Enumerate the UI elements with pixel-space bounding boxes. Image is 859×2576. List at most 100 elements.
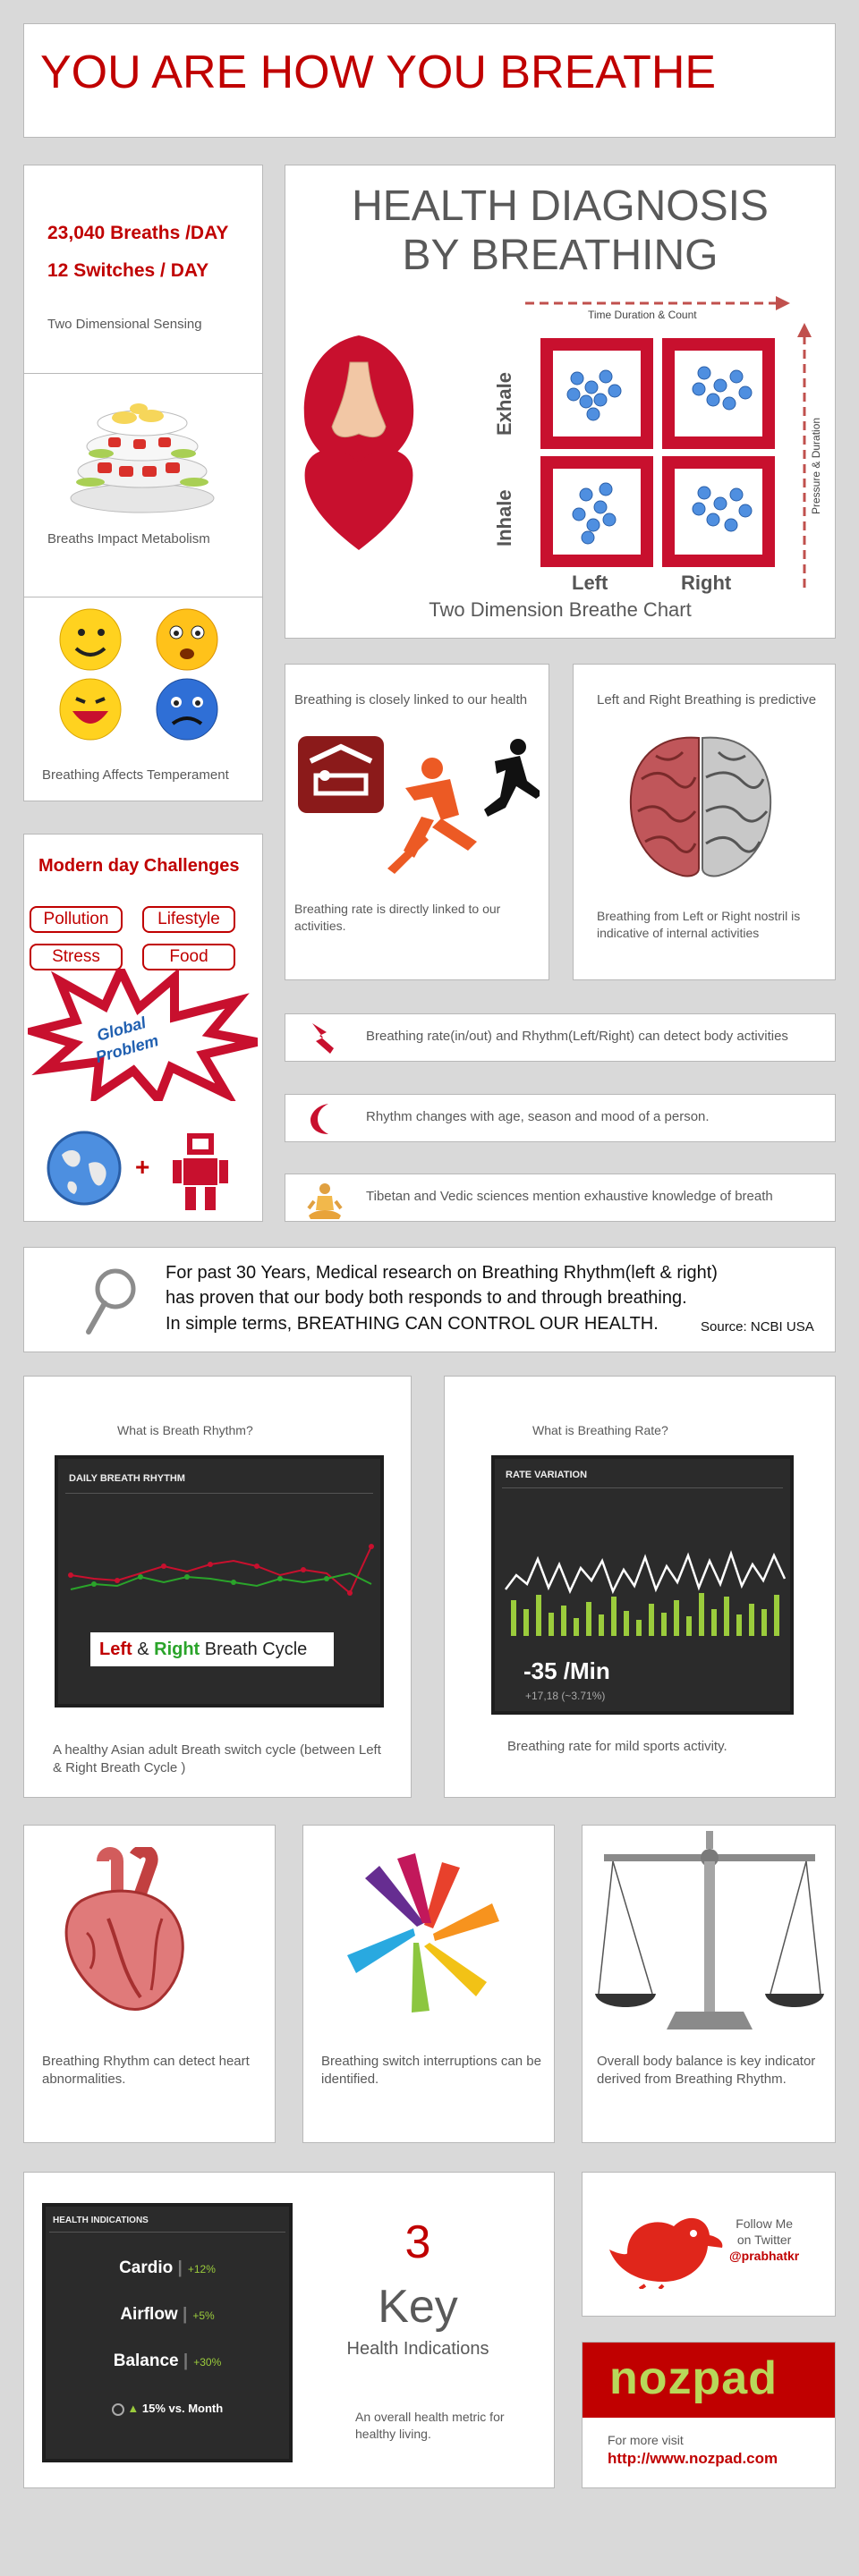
arrow-spiral-image	[347, 1853, 499, 2012]
predictive-heading: Left and Right Breathing is predictive	[597, 692, 817, 708]
diagnosis-title: HEALTH DIAGNOSIS BY BREATHING	[285, 182, 835, 280]
fact-stripe: Breathing rate(in/out) and Rhythm(Left/R…	[285, 1013, 836, 1062]
indications-panel-title: HEALTH INDICATIONS	[53, 2216, 149, 2225]
diagnosis-title-line2: BY BREATHING	[402, 232, 719, 280]
month-comparison: ▲ 15% vs. Month	[46, 2402, 289, 2416]
tag-lifestyle: Lifestyle	[142, 906, 235, 933]
heart-card: Breathing Rhythm can detect heart abnorm…	[23, 1825, 276, 2143]
person-icon	[173, 1133, 228, 1210]
right-label: Right	[681, 572, 732, 594]
chart-caption: Two Dimension Breathe Chart	[429, 598, 692, 621]
challenges-heading: Modern day Challenges	[38, 856, 240, 876]
balance-caption: Overall body balance is key indicator de…	[597, 2054, 816, 2088]
fact-text: Breathing rate(in/out) and Rhythm(Left/R…	[366, 1029, 788, 1044]
breathe-quadrant-chart	[540, 338, 775, 567]
legend-left: Left	[99, 1640, 132, 1659]
rhythm-question: What is Breath Rhythm?	[117, 1423, 253, 1437]
globe-icon	[47, 1131, 122, 1206]
brand-url-link[interactable]: http://www.nozpad.com	[608, 2450, 778, 2468]
inhale-label: Inhale	[493, 489, 515, 547]
research-source: Source: NCBI USA	[701, 1319, 814, 1335]
indication-row: Balance | +30%	[113, 2351, 222, 2370]
panel-divider	[49, 2232, 285, 2233]
sensing-label: Two Dimensional Sensing	[47, 317, 202, 332]
rate-variation-chart	[505, 1550, 787, 1636]
twitter-card[interactable]: Follow Me on Twitter @prabhatkr	[582, 2172, 836, 2317]
research-banner: For past 30 Years, Medical research on B…	[23, 1247, 836, 1352]
tag-stress: Stress	[30, 944, 123, 970]
twitter-line2: on Twitter	[736, 2233, 792, 2248]
month-text: 15% vs. Month	[141, 2402, 224, 2415]
rhythm-panel-title: DAILY BREATH RHYTHM	[69, 1473, 185, 1484]
salad-plate-image	[70, 403, 215, 513]
time-axis-arrow	[525, 296, 790, 310]
nose-heart-icon	[303, 335, 414, 550]
switch-card: Breathing switch interruptions can be id…	[302, 1825, 555, 2143]
heart-caption: Breathing Rhythm can detect heart abnorm…	[42, 2054, 250, 2088]
up-triangle-icon: ▲	[127, 2402, 140, 2415]
rhythm-caption: A healthy Asian adult Breath switch cycl…	[53, 1742, 381, 1776]
metabolism-label: Breaths Impact Metabolism	[47, 531, 210, 547]
research-line3: In simple terms, BREATHING CAN CONTROL O…	[166, 1313, 659, 1334]
twitter-line1: Follow Me	[736, 2216, 794, 2231]
predictive-text: Breathing from Left or Right nostril is …	[597, 909, 801, 940]
rate-card: What is Breathing Rate? RATE VARIATION -…	[444, 1376, 836, 1798]
switches-per-day: 12 Switches / DAY	[47, 260, 209, 281]
indication-delta: +12%	[187, 2263, 216, 2275]
predictive-card: Left and Right Breathing is predictive B…	[573, 664, 836, 980]
linked-card: Breathing is closely linked to our healt…	[285, 664, 549, 980]
research-line2: has proven that our body both responds t…	[166, 1288, 687, 1309]
legend-amp: &	[132, 1640, 155, 1659]
key-number: 3	[404, 2216, 431, 2268]
twitter-handle-link[interactable]: @prabhatkr	[729, 2248, 799, 2264]
brand-logo-bar: nozpad	[583, 2343, 835, 2418]
rhythm-panel: DAILY BREATH RHYTHM Left & Right Breath …	[55, 1455, 384, 1707]
research-line1: For past 30 Years, Medical research on B…	[166, 1263, 718, 1283]
indication-name: Balance	[113, 2351, 179, 2370]
research-text: For past 30 Years, Medical research on B…	[166, 1260, 718, 1336]
rhythm-legend: Left & Right Breath Cycle	[90, 1632, 334, 1666]
panel-divider	[502, 1487, 783, 1488]
rate-question: What is Breathing Rate?	[532, 1423, 668, 1437]
divider	[24, 373, 262, 374]
fact-stripe: Rhythm changes with age, season and mood…	[285, 1094, 836, 1142]
balance-card: Overall body balance is key indicator de…	[582, 1825, 836, 2143]
meditation-icon	[307, 1183, 343, 1219]
indication-row: Airflow | +5%	[120, 2305, 215, 2324]
indication-delta: +5%	[192, 2309, 215, 2322]
rate-panel-title: RATE VARIATION	[506, 1470, 588, 1480]
panel-divider	[65, 1493, 373, 1494]
tag-food: Food	[142, 944, 235, 970]
linked-heading: Breathing is closely linked to our healt…	[294, 692, 528, 708]
indication-name: Airflow	[120, 2305, 178, 2324]
rhythm-line-chart	[68, 1544, 374, 1596]
emoji-faces-image	[59, 608, 218, 741]
stats-card: 23,040 Breaths /DAY 12 Switches / DAY Tw…	[23, 165, 263, 801]
balance-scale-image	[595, 1831, 824, 2029]
target-icon	[111, 2402, 124, 2416]
exhale-label: Exhale	[493, 372, 515, 436]
indication-delta: +30%	[193, 2356, 222, 2368]
brain-image	[629, 736, 772, 877]
activity-icons	[298, 736, 540, 874]
lightning-icon	[312, 1023, 334, 1054]
brand-card: nozpad For more visit http://www.nozpad.…	[582, 2342, 836, 2488]
indications-caption: An overall health metric for healthy liv…	[355, 2410, 505, 2441]
fact-text: Rhythm changes with age, season and mood…	[366, 1109, 710, 1124]
indication-row: Cardio | +12%	[119, 2258, 216, 2277]
diagnosis-card: HEALTH DIAGNOSIS BY BREATHING Time Durat…	[285, 165, 836, 639]
page-title: YOU ARE HOW YOU BREATHE	[40, 47, 717, 98]
legend-rest: Breath Cycle	[200, 1640, 308, 1659]
rate-value: -35 /Min	[523, 1657, 610, 1684]
rate-panel: RATE VARIATION -35 /Min +17,18 (~3.71%)	[491, 1455, 794, 1715]
fact-stripe: Tibetan and Vedic sciences mention exhau…	[285, 1174, 836, 1222]
brand-logo: nozpad	[609, 2352, 778, 2404]
key-subtitle: Health Indications	[346, 2339, 489, 2359]
challenges-card: Modern day Challenges Pollution Lifestyl…	[23, 834, 263, 1222]
brand-visit: For more visit	[608, 2433, 684, 2447]
rate-caption: Breathing rate for mild sports activity.	[507, 1739, 727, 1754]
rate-delta: +17,18 (~3.71%)	[525, 1690, 606, 1702]
heart-anatomy-image	[64, 1847, 184, 2011]
bird-icon	[609, 2217, 723, 2289]
search-icon	[86, 1268, 136, 1335]
